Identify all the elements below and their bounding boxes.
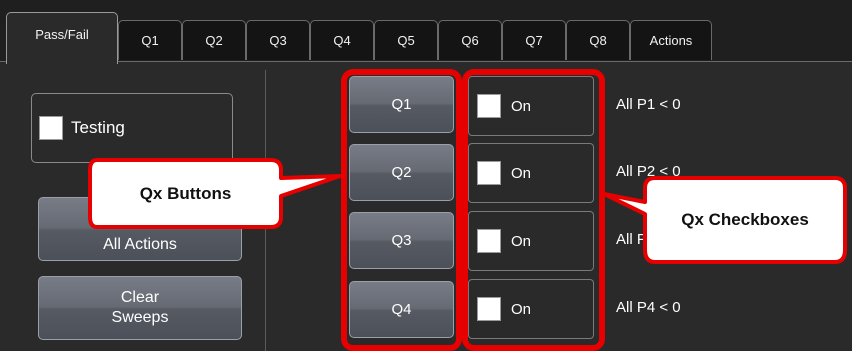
- pass-fail-panel: Pass/Fail Q1 Q2 Q3 Q4 Q5 Q6 Q7 Q8 Action…: [0, 0, 852, 351]
- q4-button[interactable]: Q4: [349, 281, 454, 338]
- testing-checkbox[interactable]: [39, 116, 63, 140]
- q3-checkbox[interactable]: [477, 229, 501, 253]
- qx-checkboxes-callout-text: Qx Checkboxes: [681, 210, 809, 229]
- tab-pass-fail[interactable]: Pass/Fail: [6, 12, 118, 64]
- tab-q5[interactable]: Q5: [374, 20, 438, 60]
- tab-label: Actions: [649, 33, 693, 48]
- tab-label: Q1: [141, 33, 159, 48]
- testing-label: Testing: [71, 118, 125, 137]
- clear-sweeps-button[interactable]: Clear Sweeps: [38, 276, 242, 340]
- all-actions-label: All Actions: [103, 236, 177, 253]
- tab-label: Q2: [205, 33, 223, 48]
- tab-q7[interactable]: Q7: [502, 20, 566, 60]
- qx-buttons-callout-text: Qx Buttons: [139, 183, 232, 203]
- q2-checkbox-label: On: [511, 164, 532, 182]
- q4-on-toggle[interactable]: On: [468, 279, 594, 339]
- q1-condition: All P1 < 0: [616, 96, 681, 113]
- q4-button-label: Q4: [391, 301, 412, 318]
- tab-label: Q3: [269, 33, 287, 48]
- q2-button[interactable]: Q2: [349, 144, 454, 201]
- tab-label: Q6: [461, 33, 479, 48]
- q2-button-label: Q2: [391, 164, 412, 181]
- qx-checkboxes-callout: Qx Checkboxes: [600, 174, 848, 266]
- tab-label: Pass/Fail: [35, 27, 89, 42]
- tab-q3[interactable]: Q3: [246, 20, 310, 60]
- q1-checkbox[interactable]: [477, 94, 501, 118]
- tab-q1[interactable]: Q1: [118, 20, 182, 60]
- q4-checkbox-label: On: [511, 300, 532, 318]
- testing-toggle[interactable]: Testing: [31, 93, 233, 163]
- clear-sweeps-label-line1: Clear: [120, 289, 160, 306]
- tab-label: Q4: [333, 33, 351, 48]
- tab-label: Q7: [525, 33, 543, 48]
- q3-checkbox-label: On: [511, 232, 532, 250]
- tab-q2[interactable]: Q2: [182, 20, 246, 60]
- qx-buttons-callout: Qx Buttons: [87, 157, 343, 233]
- q3-on-toggle[interactable]: On: [468, 211, 594, 271]
- tab-q8[interactable]: Q8: [566, 20, 630, 60]
- q2-on-toggle[interactable]: On: [468, 143, 594, 203]
- tab-label: Q8: [589, 33, 607, 48]
- q1-on-toggle[interactable]: On: [468, 76, 594, 136]
- tab-actions[interactable]: Actions: [630, 20, 712, 60]
- tab-baseline: [0, 61, 852, 62]
- clear-sweeps-label-line2: Sweeps: [111, 309, 169, 326]
- q4-checkbox[interactable]: [477, 297, 501, 321]
- tab-label: Q5: [397, 33, 415, 48]
- q4-condition: All P4 < 0: [616, 299, 681, 316]
- q3-button[interactable]: Q3: [349, 212, 454, 269]
- q3-button-label: Q3: [391, 232, 412, 249]
- tab-bar: Pass/Fail Q1 Q2 Q3 Q4 Q5 Q6 Q7 Q8 Action…: [6, 12, 852, 64]
- q1-button[interactable]: Q1: [349, 76, 454, 133]
- q1-checkbox-label: On: [511, 97, 532, 115]
- q1-button-label: Q1: [391, 96, 412, 113]
- tab-q6[interactable]: Q6: [438, 20, 502, 60]
- q2-checkbox[interactable]: [477, 161, 501, 185]
- tab-q4[interactable]: Q4: [310, 20, 374, 60]
